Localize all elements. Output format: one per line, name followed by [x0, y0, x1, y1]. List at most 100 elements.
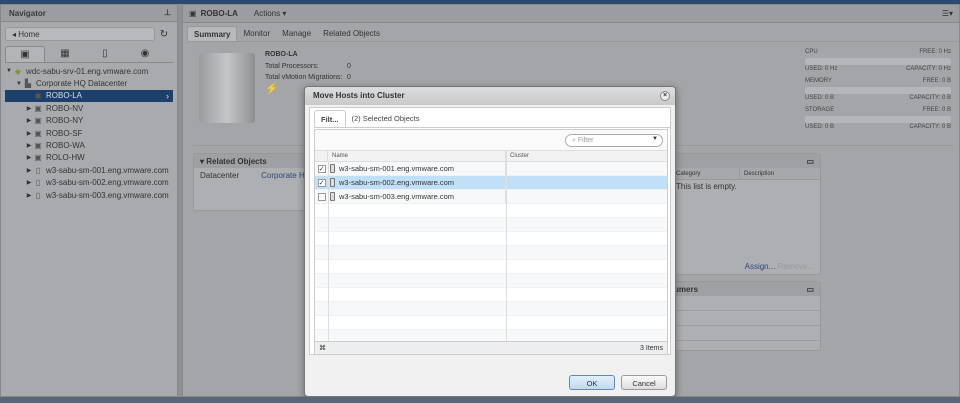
- col-name[interactable]: Name: [328, 151, 506, 161]
- table-row[interactable]: ✓ w3-sabu-sm-001.eng.vmware.com: [315, 162, 667, 176]
- summary-label: Total vMotion Migrations:: [265, 74, 343, 81]
- col-category: Category: [672, 168, 740, 179]
- navigator-header: Navigator ⊥: [1, 5, 177, 22]
- table-row[interactable]: w3-sabu-sm-003.eng.vmware.com: [315, 190, 667, 204]
- chevron-right-icon[interactable]: ›: [166, 91, 169, 101]
- host-icon: ▯: [35, 165, 41, 175]
- tree-node[interactable]: ▣ ROBO-LA ›: [5, 89, 173, 103]
- actions-menu[interactable]: Actions ▾: [254, 9, 286, 18]
- table-row[interactable]: ✓ w3-sabu-sm-002.eng.vmware.com: [315, 176, 667, 190]
- datacenter-label: Datacenter: [200, 171, 240, 180]
- tree-node[interactable]: ▼ ◆ wdc-sabu-srv-01.eng.vmware.com: [1, 65, 177, 77]
- col-description: Description: [744, 171, 775, 177]
- col-cluster[interactable]: Cluster: [506, 151, 533, 161]
- empty-row: [315, 218, 667, 232]
- networking-tab[interactable]: ◉: [125, 46, 165, 62]
- expand-right-icon[interactable]: ▶: [25, 142, 33, 149]
- tree-node-label: ROBO-NV: [46, 103, 84, 113]
- expand-right-icon[interactable]: ▶: [25, 105, 33, 112]
- tab-summary[interactable]: Summary: [187, 26, 238, 41]
- resource-bar: [805, 116, 951, 123]
- host-name: w3-sabu-sm-002.eng.vmware.com: [339, 178, 455, 187]
- resource-used: USED: 0 Hz: [805, 66, 838, 72]
- tab-selected-objects[interactable]: (2) Selected Objects: [346, 110, 426, 127]
- expand-down-icon[interactable]: ▼: [15, 81, 23, 87]
- tab-related-objects[interactable]: Related Objects: [317, 26, 386, 41]
- vcenter-icon: ◆: [14, 66, 22, 76]
- tree-node[interactable]: ▶ ▯ w3-sabu-sm-003.eng.vmware.com: [1, 189, 177, 201]
- tree-node-label: w3-sabu-sm-003.eng.vmware.com: [46, 190, 169, 200]
- host-icon: ▯: [35, 178, 41, 188]
- remove-link[interactable]: Remove...: [778, 262, 814, 271]
- resource-capacity: CAPACITY: 0 B: [909, 124, 951, 130]
- resource-used: USED: 0 B: [805, 95, 835, 101]
- row-checkbox[interactable]: ✓: [317, 164, 326, 173]
- host-icon: [330, 164, 335, 173]
- tree-node[interactable]: ▼ ▙ Corporate HQ Datacenter: [1, 77, 177, 89]
- tree-node[interactable]: ▶ ▣ ROBO-NY: [1, 115, 177, 127]
- row-checkbox[interactable]: [317, 192, 326, 201]
- ok-button[interactable]: OK: [569, 375, 615, 390]
- hosts-table: Name Cluster ✓ w3-sabu-sm-001.eng.vmware.c…: [315, 150, 667, 345]
- cluster-icon: ▣: [34, 153, 42, 163]
- expand-right-icon[interactable]: ▶: [25, 154, 33, 161]
- tree-node-label: w3-sabu-sm-001.eng.vmware.com: [46, 165, 169, 175]
- empty-row: [315, 204, 667, 218]
- storage-tab[interactable]: ▯: [85, 46, 125, 62]
- tree-node-label: ROBO-NY: [46, 116, 84, 126]
- maximize-icon[interactable]: ▭: [806, 157, 814, 166]
- navigator-title: Navigator: [9, 9, 46, 18]
- resource-name: MEMORY: [805, 78, 832, 84]
- tree-node[interactable]: ▶ ▣ ROBO-WA: [1, 139, 177, 151]
- expand-right-icon[interactable]: ▶: [25, 167, 33, 174]
- resource-free: FREE: 0 B: [922, 78, 951, 84]
- expand-down-icon[interactable]: ▼: [5, 68, 13, 74]
- binoculars-icon[interactable]: ⌘: [319, 344, 326, 352]
- tree-node[interactable]: ▶ ▯ w3-sabu-sm-001.eng.vmware.com: [1, 164, 177, 176]
- move-hosts-dialog: Move Hosts into Cluster × Filt... (2) Sel…: [304, 86, 676, 397]
- empty-row: [315, 302, 667, 316]
- tree-node[interactable]: ▶ ▣ ROLO-HW: [1, 152, 177, 164]
- tree-node-label: Corporate HQ Datacenter: [36, 79, 128, 89]
- menu-icon[interactable]: ☰▾: [942, 9, 953, 18]
- hosts-clusters-tab[interactable]: ▣: [5, 46, 45, 62]
- navigator-panel: Navigator ⊥ ◂ Home ↻ ▣ ▦ ▯ ◉ ▼ ◆ wdc-sabu-…: [0, 4, 178, 397]
- history-icon[interactable]: ↻: [155, 29, 173, 40]
- expand-right-icon[interactable]: ▶: [25, 179, 33, 186]
- expand-right-icon[interactable]: ▶: [25, 117, 33, 124]
- vms-templates-tab[interactable]: ▦: [45, 46, 85, 62]
- resource-capacity: CAPACITY: 0 Hz: [906, 66, 951, 72]
- tab-manage[interactable]: Manage: [276, 26, 317, 41]
- tree-node[interactable]: ▶ ▯ w3-sabu-sm-002.eng.vmware.com: [1, 177, 177, 189]
- empty-row: [315, 260, 667, 274]
- resource-bar: [805, 58, 951, 65]
- related-objects-title: Related Objects: [206, 157, 267, 166]
- resource-name: STORAGE: [805, 107, 835, 113]
- main-tabs: Summary Monitor Manage Related Objects: [187, 26, 959, 42]
- expand-right-icon[interactable]: ▶: [25, 192, 33, 199]
- tree-node-label: ROBO-LA: [46, 91, 83, 101]
- resource-memory: MEMORY FREE: 0 B USED: 0 B CAPACITY: 0 B: [805, 78, 951, 103]
- home-button[interactable]: ◂ Home: [5, 27, 155, 41]
- tree-node[interactable]: ▶ ▣ ROBO-NV: [1, 102, 177, 114]
- resource-storage: STORAGE FREE: 0 B USED: 0 B CAPACITY: 0 B: [805, 107, 951, 132]
- expand-right-icon[interactable]: ▶: [25, 130, 33, 137]
- tree-node[interactable]: ▶ ▣ ROBO-SF: [1, 127, 177, 139]
- cancel-button[interactable]: Cancel: [621, 375, 667, 390]
- server-image: [199, 53, 255, 123]
- host-icon: [330, 178, 335, 187]
- empty-row: [315, 316, 667, 330]
- cluster-icon: ▣: [34, 103, 42, 113]
- summary-value: 0: [347, 62, 351, 70]
- filter-input[interactable]: ⌕ Filter ▼: [565, 134, 663, 147]
- tab-filter[interactable]: Filt...: [314, 110, 346, 127]
- pin-icon[interactable]: ⊥: [164, 8, 171, 17]
- object-title: ROBO-LA: [200, 9, 238, 18]
- close-icon[interactable]: ×: [660, 91, 670, 101]
- assign-link[interactable]: Assign...: [745, 262, 776, 271]
- tab-monitor[interactable]: Monitor: [237, 26, 276, 41]
- maximize-icon[interactable]: ▭: [806, 285, 814, 294]
- items-count: 3 Items: [640, 344, 663, 352]
- row-checkbox[interactable]: ✓: [317, 178, 326, 187]
- chevron-down-icon[interactable]: ▼: [652, 136, 658, 142]
